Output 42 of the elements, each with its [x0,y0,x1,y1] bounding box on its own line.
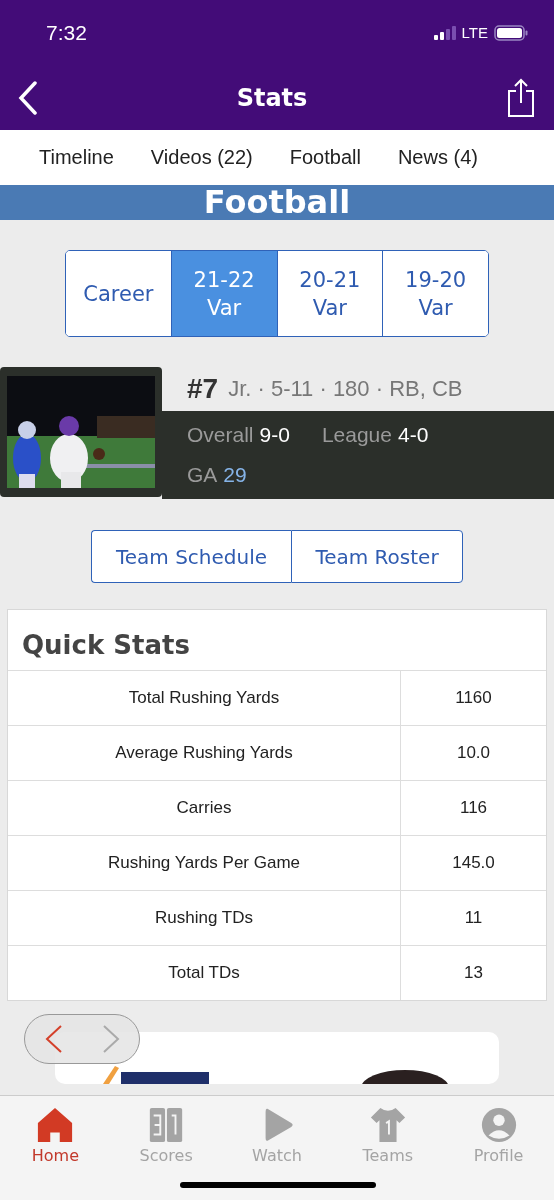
nav-tab[interactable]: Home [10,1106,101,1165]
player-details: Jr. · 5-11 · 180 · RB, CB [228,376,463,402]
team-button[interactable]: Team Roster [291,530,463,583]
team-button[interactable]: Team Schedule [91,530,291,583]
record-value: 9-0 [259,423,290,447]
ga-value: 29 [223,463,247,487]
stat-value: 10.0 [400,725,546,780]
tab[interactable]: Videos (22) [150,146,253,169]
status-time: 7:32 [46,20,87,45]
battery-icon [494,24,528,41]
jersey-number: #7 [187,373,219,405]
season-tab[interactable]: 19-20 Var [382,251,488,336]
stat-value: 1160 [400,670,546,725]
stat-value: 11 [400,890,546,945]
record-value: 4-0 [397,423,429,447]
stat-value: 145.0 [400,835,546,890]
tab[interactable]: News (4) [397,146,478,169]
stat-name: Total Rushing Yards [8,670,400,725]
stat-value: 13 [400,945,546,1000]
stat-name: Average Rushing Yards [8,725,400,780]
stat-name: Carries [8,780,400,835]
back-icon[interactable] [18,80,38,115]
stat-name: Total TDs [8,945,400,1000]
card-title: Quick Stats [21,629,191,662]
season-tab[interactable]: 21-22 Var [170,251,277,336]
stat-name: Rushing TDs [8,890,400,945]
signal-icon [433,25,456,40]
section-title: Football [203,185,351,220]
tab[interactable]: Football [289,146,361,169]
network-label: LTE [461,24,488,41]
stat-name: Rushing Yards Per Game [8,835,400,890]
ga-label: GA [187,463,218,487]
page-title: Stats [236,83,308,112]
profile-icon [479,1106,518,1144]
tab[interactable]: Timeline [39,146,114,169]
record-label: League [321,423,392,447]
jersey-icon [368,1106,407,1144]
record-label: Overall [187,423,254,447]
previous-icon[interactable] [43,1024,64,1054]
home-icon [36,1106,75,1144]
share-icon[interactable] [506,77,536,118]
stat-value: 116 [400,780,546,835]
